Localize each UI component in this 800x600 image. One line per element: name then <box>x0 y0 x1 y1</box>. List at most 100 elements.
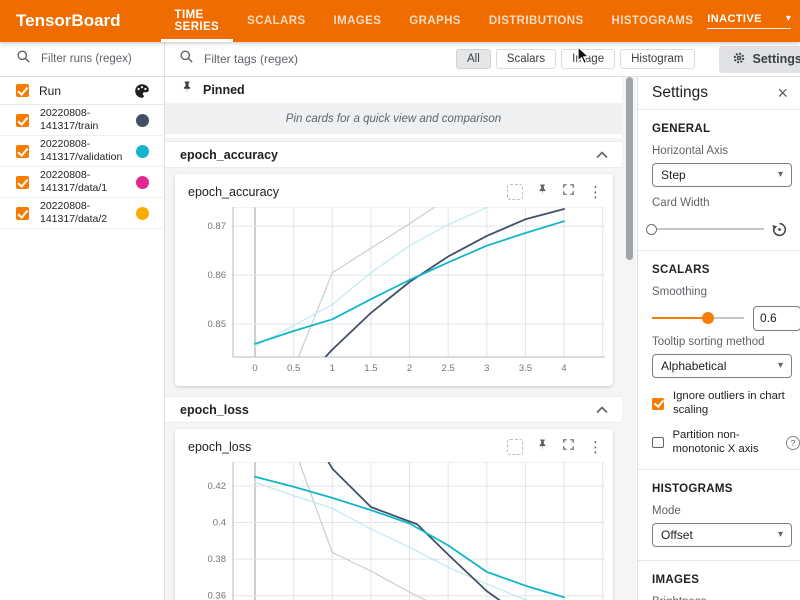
run-filter <box>0 42 164 77</box>
reset-icon[interactable] <box>771 221 788 238</box>
fullscreen-icon[interactable] <box>562 438 575 456</box>
tab-time-series[interactable]: TIME SERIES <box>161 0 234 42</box>
histogram-mode-select[interactable]: Offset ▾ <box>652 523 792 547</box>
settings-panel: Settings × GENERAL Horizontal Axis Step … <box>637 76 800 600</box>
pinned-title: Pinned <box>203 83 245 97</box>
section-header-epoch-accuracy[interactable]: epoch_accuracy <box>165 141 622 168</box>
tooltip-sorting-select[interactable]: Alphabetical ▾ <box>652 354 792 378</box>
run-checkbox[interactable] <box>16 207 29 220</box>
smoothing-value-input[interactable] <box>753 306 800 331</box>
tag-filter <box>179 49 456 69</box>
pin-icon[interactable] <box>536 183 549 201</box>
pinned-section: Pinned Pin cards for a quick view and co… <box>165 76 622 138</box>
run-checkbox[interactable] <box>16 176 29 189</box>
tag-filter-bar: AllScalarsImageHistogram Settings <box>165 42 800 77</box>
tab-images[interactable]: IMAGES <box>320 0 396 42</box>
scalars-heading: SCALARS <box>652 264 800 276</box>
smoothing-slider[interactable] <box>652 311 744 325</box>
horizontal-axis-label: Horizontal Axis <box>652 145 800 157</box>
slider-knob[interactable] <box>646 224 657 235</box>
app-header: TensorBoard TIME SERIESSCALARSIMAGESGRAP… <box>0 0 800 42</box>
chevron-down-icon: ▾ <box>786 14 791 24</box>
tab-distributions[interactable]: DISTRIBUTIONS <box>475 0 598 42</box>
general-heading: GENERAL <box>652 123 800 135</box>
help-icon[interactable]: ? <box>786 436 800 450</box>
run-color-dot <box>136 145 149 158</box>
scalar-card-epoch-accuracy: epoch_accuracy ⋮ 00.511.522.533.540.870.… <box>175 174 613 386</box>
card-title: epoch_accuracy <box>188 185 279 199</box>
epoch-loss-chart[interactable]: 00.511.522.533.540.420.40.380.36 <box>175 462 613 600</box>
run-checkbox[interactable] <box>16 145 29 158</box>
svg-text:0: 0 <box>252 363 257 374</box>
horizontal-axis-value: Step <box>661 168 686 182</box>
tab-scalars[interactable]: SCALARS <box>233 0 319 42</box>
pin-icon[interactable] <box>536 438 549 456</box>
more-menu-icon[interactable]: ⋮ <box>588 440 603 455</box>
svg-text:0.4: 0.4 <box>213 518 226 529</box>
svg-text:1.5: 1.5 <box>364 363 377 374</box>
scrollbar-thumb[interactable] <box>626 77 633 260</box>
run-filter-input[interactable] <box>39 52 148 66</box>
filter-chip-image[interactable]: Image <box>561 49 615 69</box>
gear-icon <box>732 51 746 68</box>
svg-text:0.87: 0.87 <box>208 221 227 232</box>
run-name: 20220808-141317/data/1 <box>40 169 128 194</box>
svg-text:2: 2 <box>407 363 412 374</box>
svg-text:0.85: 0.85 <box>208 319 227 330</box>
tab-graphs[interactable]: GRAPHS <box>395 0 475 42</box>
palette-icon[interactable] <box>134 83 150 99</box>
epoch-accuracy-chart[interactable]: 00.511.522.533.540.870.860.85 <box>175 207 613 379</box>
section-header-epoch-loss[interactable]: epoch_loss <box>165 396 622 423</box>
svg-text:0.36: 0.36 <box>208 591 227 600</box>
run-list-header: Run <box>0 77 164 105</box>
filter-chip-scalars[interactable]: Scalars <box>496 49 556 69</box>
run-checkbox[interactable] <box>16 114 29 127</box>
run-color-dot <box>136 114 149 127</box>
card-width-label: Card Width <box>652 197 800 209</box>
tag-type-chips: AllScalarsImageHistogram <box>456 49 695 69</box>
filter-chip-all[interactable]: All <box>456 49 491 69</box>
run-color-dot <box>136 207 149 220</box>
app-logo: TensorBoard <box>16 0 121 42</box>
tooltip-sorting-value: Alphabetical <box>661 359 726 373</box>
settings-panel-title: Settings <box>652 84 708 102</box>
run-row: 20220808-141317/data/1 <box>0 167 164 198</box>
slider-knob[interactable] <box>702 312 714 324</box>
svg-text:3.5: 3.5 <box>519 363 532 374</box>
checkbox-row: Ignore outliers in chart scaling <box>652 390 800 417</box>
chevron-up-icon[interactable] <box>596 146 608 164</box>
brightness-label: Brightness <box>652 596 800 600</box>
run-name: 20220808-141317/validation <box>40 138 128 163</box>
svg-text:0.42: 0.42 <box>208 481 227 492</box>
chevron-down-icon: ▾ <box>778 170 783 180</box>
section-title: epoch_loss <box>180 403 249 417</box>
filter-chip-histogram[interactable]: Histogram <box>620 49 694 69</box>
cards-scroll-area: Pinned Pin cards for a quick view and co… <box>165 76 636 600</box>
tab-histograms[interactable]: HISTOGRAMS <box>598 0 708 42</box>
run-column-label: Run <box>39 84 61 98</box>
images-heading: IMAGES <box>652 574 800 586</box>
histograms-heading: HISTOGRAMS <box>652 483 800 495</box>
status-dropdown[interactable]: INACTIVE ▾ <box>707 13 791 29</box>
chevron-up-icon[interactable] <box>596 401 608 419</box>
histogram-mode-value: Offset <box>661 528 693 542</box>
run-row: 20220808-141317/train <box>0 105 164 136</box>
tensorboard-window: TensorBoard TIME SERIESSCALARSIMAGESGRAP… <box>0 0 800 600</box>
ignore-outliers-in-chart-scaling-checkbox[interactable] <box>652 398 664 410</box>
more-menu-icon[interactable]: ⋮ <box>588 185 603 200</box>
card-width-slider[interactable] <box>652 222 764 236</box>
partition-non-monotonic-x-axis-checkbox[interactable] <box>652 437 664 449</box>
checkbox-label: Partition non-monotonic X axis <box>673 429 783 456</box>
select-all-runs-checkbox[interactable] <box>16 84 29 97</box>
tag-filter-input[interactable] <box>202 51 456 67</box>
histogram-mode-label: Mode <box>652 505 800 517</box>
fullscreen-icon[interactable] <box>562 183 575 201</box>
search-icon <box>179 49 194 69</box>
header-controls: INACTIVE ▾ <box>707 0 800 42</box>
fit-domain-icon[interactable] <box>507 439 523 455</box>
horizontal-axis-select[interactable]: Step ▾ <box>652 163 792 187</box>
settings-button[interactable]: Settings <box>719 46 800 73</box>
fit-domain-icon[interactable] <box>507 184 523 200</box>
close-icon[interactable]: × <box>777 84 788 102</box>
run-list: 20220808-141317/train20220808-141317/val… <box>0 105 164 229</box>
